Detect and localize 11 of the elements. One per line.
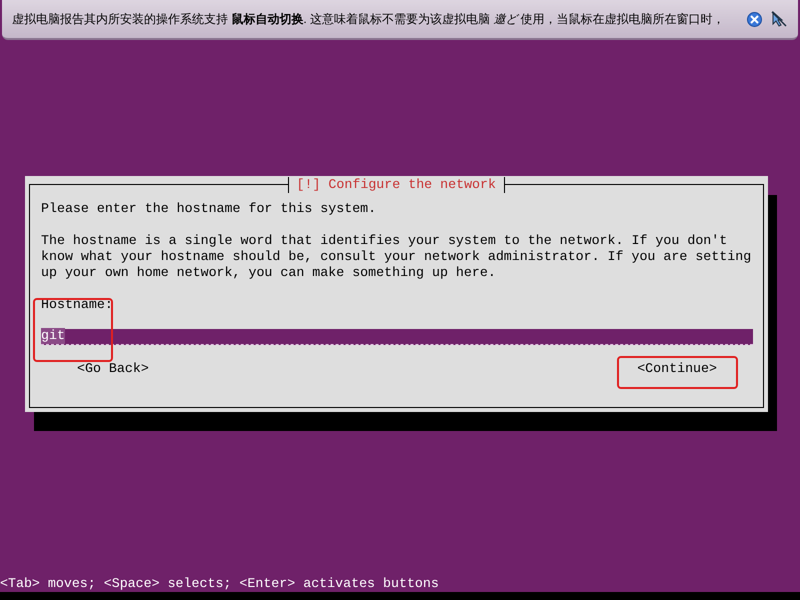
field-label: Hostname:: [41, 297, 114, 313]
dialog-text: Please enter the hostname for this system.: [41, 201, 378, 217]
dialog-text: The hostname is a single word that identifies your system to the network. If you don't know what your hostname should be, consult your network administrator. If you are setting up your own home network, you can make something up here.: [41, 233, 752, 281]
mouse-icon[interactable]: [770, 10, 788, 28]
hostname-field[interactable]: git: [41, 329, 753, 345]
dialog-button[interactable]: <Go Back>: [73, 361, 153, 377]
dialog-button[interactable]: <Continue>: [633, 361, 721, 377]
close-icon[interactable]: [747, 12, 762, 26]
status-text: <Tab> moves; <Space> selects; <Enter> activates buttons: [0, 576, 439, 591]
notification-text: 虚拟电脑报告其内所安装的操作系统支持 鼠标自动切换. 这意味着鼠标不需要为该虚拟电脑 邀ど 使用，当鼠标在虚拟电脑所在窗口时，: [12, 11, 726, 28]
dialog-title: [!] Configure the network: [288, 176, 505, 192]
